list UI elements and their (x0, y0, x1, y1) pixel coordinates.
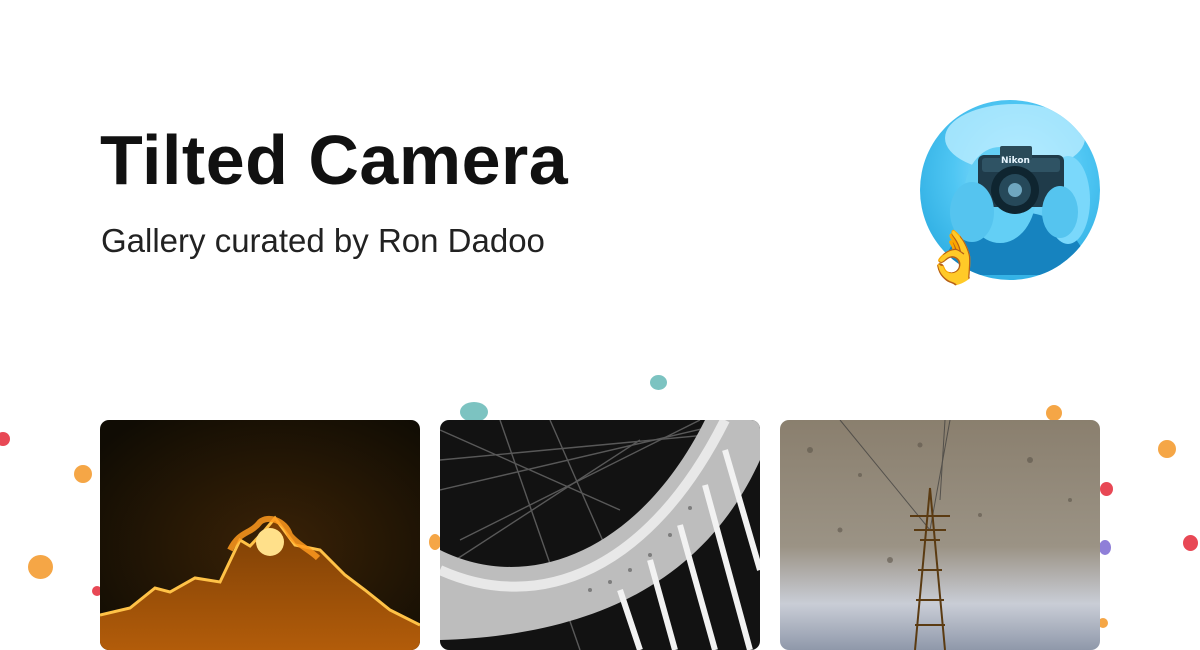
ok-hand-emoji-icon: 👌 (922, 228, 987, 288)
page-title: Tilted Camera (100, 121, 569, 199)
gallery-photo-card[interactable] (440, 420, 760, 650)
confetti-dot (1046, 405, 1062, 421)
confetti-dot (74, 465, 92, 483)
gallery-photo-card[interactable] (100, 420, 420, 650)
sunset-fire-silhouette-icon (100, 420, 420, 650)
confetti-dot (28, 555, 53, 579)
gallery-photo-card[interactable] (780, 420, 1100, 650)
confetti-dot (460, 402, 488, 422)
confetti-dot (650, 375, 667, 390)
confetti-dot (1099, 540, 1111, 555)
confetti-dot (1100, 482, 1113, 496)
power-pylon-reflection-icon (780, 420, 1100, 650)
page-subtitle: Gallery curated by Ron Dadoo (101, 222, 545, 259)
confetti-dot (1183, 535, 1198, 551)
steel-bridge-arch-icon (440, 420, 760, 650)
confetti-dot (1158, 440, 1176, 458)
confetti-dot (0, 432, 10, 446)
curator-avatar[interactable]: Nikon 👌 (920, 100, 1100, 300)
camera-brand-label: Nikon (1001, 156, 1030, 166)
